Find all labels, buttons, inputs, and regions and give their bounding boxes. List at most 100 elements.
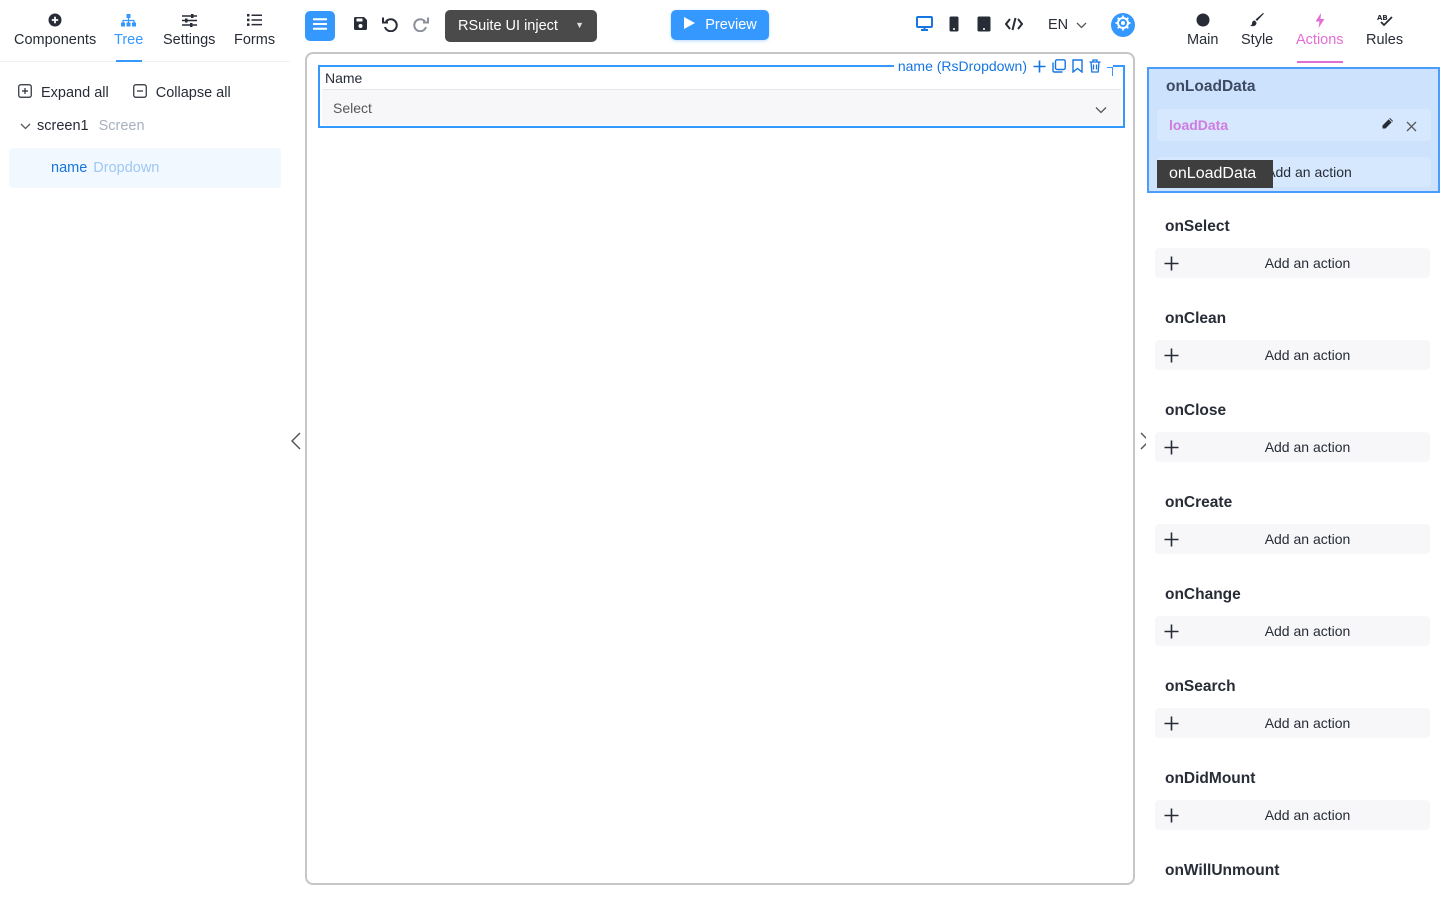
language-value: EN <box>1048 17 1069 33</box>
expand-all-label: Expand all <box>41 85 109 101</box>
corner-marker <box>1107 66 1113 76</box>
list-icon <box>247 10 263 30</box>
component-tag-label: name (RsDropdown) <box>897 58 1027 74</box>
copy-icon[interactable] <box>1052 59 1066 73</box>
action-name: loadData <box>1169 117 1229 133</box>
add-action-button[interactable]: Add an action <box>1155 248 1430 278</box>
add-action-button[interactable]: Add an action <box>1155 616 1430 646</box>
preview-button[interactable]: Preview <box>671 10 769 40</box>
design-canvas[interactable]: name (RsDropdown) Name Select <box>305 52 1135 885</box>
redo-button[interactable] <box>407 13 433 39</box>
tab-components[interactable]: Components <box>14 10 96 48</box>
collapse-all-label: Collapse all <box>155 85 231 101</box>
chevron-down-icon <box>1095 101 1107 117</box>
event-onloaddata[interactable]: onLoadData loadData Add an action onLoad… <box>1147 67 1440 193</box>
desktop-icon <box>915 16 933 36</box>
node-name: name <box>51 160 88 176</box>
chevron-left-icon <box>290 431 301 455</box>
minus-square-icon <box>132 84 147 102</box>
add-action-label: Add an action <box>1264 715 1351 731</box>
event-title: onClose <box>1165 402 1227 419</box>
add-icon[interactable] <box>1033 60 1046 73</box>
collapse-all-button[interactable]: Collapse all <box>132 84 231 102</box>
left-tabs: Components Tree Settings Forms <box>0 0 290 62</box>
project-select-value: RSuite UI inject <box>458 18 558 34</box>
add-action-label: Add an action <box>1264 623 1351 639</box>
add-action-label: Add an action <box>1264 531 1351 547</box>
drag-tooltip: onLoadData <box>1157 160 1273 188</box>
circle-icon <box>1196 10 1210 30</box>
menu-button[interactable] <box>305 11 335 41</box>
tab-actions[interactable]: Actions <box>1296 10 1344 48</box>
selected-component-dropdown[interactable]: name (RsDropdown) Name Select <box>318 56 1125 128</box>
tab-label: Style <box>1241 32 1274 48</box>
node-type: Dropdown <box>93 160 160 176</box>
tab-forms[interactable]: Forms <box>234 10 275 48</box>
add-action-label: Add an action <box>1264 255 1351 271</box>
code-view-button[interactable] <box>1001 13 1027 39</box>
add-action-button[interactable]: Add an action <box>1155 340 1430 370</box>
add-action-button[interactable]: Add an action <box>1155 524 1430 554</box>
tab-tree[interactable]: Tree <box>114 10 143 48</box>
event-title: onChange <box>1165 586 1241 603</box>
tab-main[interactable]: Main <box>1187 10 1218 48</box>
tab-label: Main <box>1187 32 1219 48</box>
tab-label: Settings <box>163 32 216 48</box>
edit-icon[interactable] <box>1381 117 1394 135</box>
chevron-down-icon <box>1076 17 1087 33</box>
bolt-icon <box>1315 10 1325 30</box>
plus-square-icon <box>18 84 32 102</box>
add-action-label: Add an action <box>1264 439 1351 455</box>
language-select[interactable]: EN <box>1040 10 1100 40</box>
svg-text:AB: AB <box>1377 14 1388 22</box>
play-icon <box>683 16 696 34</box>
gear-icon <box>1115 15 1131 36</box>
event-title: onSelect <box>1165 218 1230 235</box>
sliders-icon <box>181 10 197 30</box>
tab-rules[interactable]: AB Rules <box>1366 10 1403 48</box>
save-icon <box>353 16 368 36</box>
tab-label: Tree <box>114 32 144 48</box>
project-select[interactable]: RSuite UI inject ▼ <box>445 10 597 42</box>
tab-settings[interactable]: Settings <box>163 10 215 48</box>
add-action-button[interactable]: Add an action <box>1155 432 1430 462</box>
left-panel: Components Tree Settings Forms Expand al… <box>0 0 290 900</box>
code-icon <box>1004 17 1024 36</box>
chevron-down-icon[interactable] <box>20 118 31 134</box>
bookmark-icon[interactable] <box>1072 59 1083 73</box>
tablet-view-button[interactable] <box>971 13 997 39</box>
undo-icon <box>381 16 399 37</box>
preview-label: Preview <box>705 17 757 33</box>
tab-label: Rules <box>1366 32 1404 48</box>
close-icon[interactable] <box>1406 119 1417 137</box>
action-item-loaddata[interactable]: loadData <box>1157 109 1431 141</box>
expand-all-button[interactable]: Expand all <box>18 84 109 102</box>
tree-item-screen[interactable]: screen1 Screen <box>20 118 145 134</box>
tablet-icon <box>977 16 991 37</box>
event-title: onClean <box>1165 310 1227 327</box>
tree-item-dropdown[interactable]: name Dropdown <box>9 148 281 188</box>
save-button[interactable] <box>347 13 373 39</box>
desktop-view-button[interactable] <box>911 13 937 39</box>
caret-down-icon: ▼ <box>575 20 584 30</box>
collapse-left-panel-button[interactable] <box>289 431 303 455</box>
mobile-view-button[interactable] <box>941 13 967 39</box>
undo-button[interactable] <box>377 13 403 39</box>
brush-icon <box>1249 10 1265 30</box>
event-title: onCreate <box>1165 494 1233 511</box>
tab-label: Forms <box>234 32 276 48</box>
add-action-button[interactable]: Add an action <box>1155 708 1430 738</box>
screen-name: screen1 <box>37 118 89 134</box>
tab-style[interactable]: Style <box>1241 10 1273 48</box>
add-action-label: Add an action <box>1264 347 1351 363</box>
trash-icon[interactable] <box>1089 59 1101 73</box>
mobile-icon <box>949 16 959 37</box>
tab-label: Components <box>14 32 97 48</box>
dropdown-select[interactable]: Select <box>322 89 1121 125</box>
add-action-button[interactable]: Add an action <box>1155 800 1430 830</box>
tree-actions: Expand all Collapse all <box>18 84 231 102</box>
event-title: onSearch <box>1165 678 1236 695</box>
sitemap-icon <box>121 10 137 30</box>
settings-gear-button[interactable] <box>1111 13 1135 37</box>
event-title: onLoadData <box>1166 78 1256 95</box>
